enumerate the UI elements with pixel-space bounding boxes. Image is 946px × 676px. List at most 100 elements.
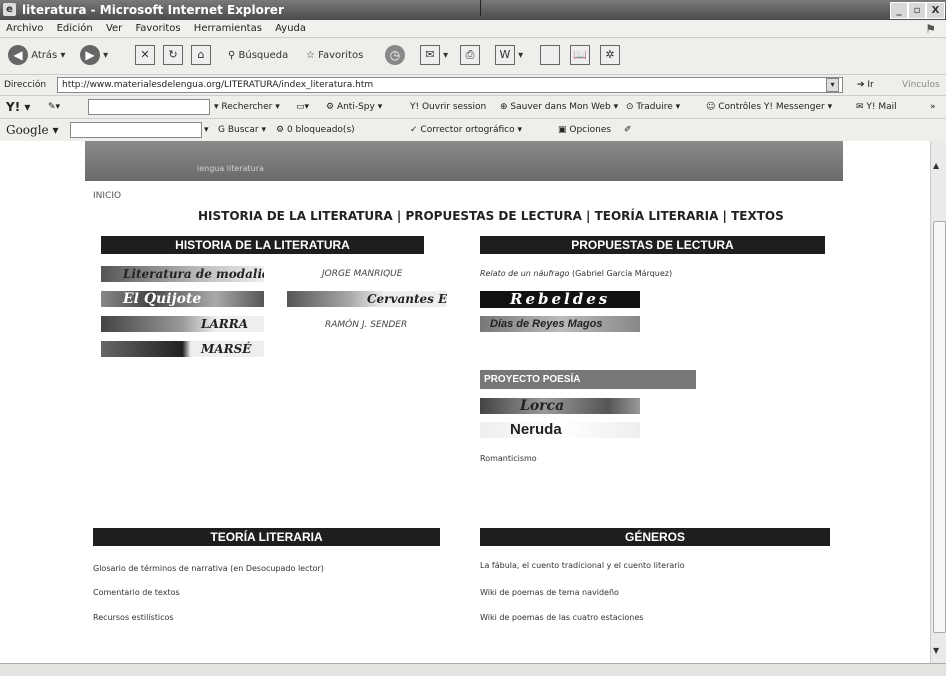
research-button[interactable]: 📖 [570,44,590,68]
wiki-navideno-link[interactable]: Wiki de poemas de tema navideño [480,588,619,597]
address-input[interactable]: http://www.materialesdelengua.org/LITERA… [57,77,843,93]
search-icon: ⚲ [228,50,236,61]
jorge-manrique-link[interactable]: JORGE MANRIQUE [322,269,402,279]
search-button[interactable]: ⚲ Búsqueda [228,44,288,68]
go-button[interactable]: ➔ Ir [857,75,874,95]
inicio-link[interactable]: INICIO [93,191,121,201]
mail-button[interactable]: ✉ ▾ [420,44,448,68]
edit-icon: W [495,45,515,65]
standard-toolbar: ◀ Atrás ▾ ▶ ▾ ✕ ↻ ⌂ ⚲ Búsqueda ☆ Favorit… [0,37,946,74]
glosario-link[interactable]: Glosario de términos de narrativa (en De… [93,564,324,573]
minimize-button[interactable]: _ [890,2,908,19]
scroll-down-icon[interactable]: ▼ [933,646,939,655]
favorites-label: Favoritos [318,50,364,61]
recursos-estilisticos-link[interactable]: Recursos estilísticos [93,613,174,622]
google-options-button[interactable]: ▣ Opciones [558,119,611,141]
romanticismo-link[interactable]: Romanticismo [480,454,537,463]
menu-ayuda[interactable]: Ayuda [275,23,306,34]
rebeldes-text: Rebeldes [510,291,611,308]
save-web-button[interactable]: ⊕ Sauver dans Mon Web ▾ [500,96,618,118]
wiki-estaciones-link[interactable]: Wiki de poemas de las cuatro estaciones [480,613,643,622]
translate-button[interactable]: ⊙ Traduire ▾ [626,96,680,118]
site-banner: lengua literatura [85,141,843,181]
open-session-button[interactable]: Y! Ouvrir session [410,96,486,118]
google-dropdown-icon[interactable]: ▾ [204,119,209,141]
address-label: Dirección [4,80,47,90]
history-icon: ◷ [385,45,405,65]
rebeldes-banner[interactable]: Rebeldes [480,291,640,308]
google-search-label: Buscar [227,125,259,135]
marse-banner[interactable]: MARSÉ [101,341,264,357]
antispy-button[interactable]: ⚙ Anti-Spy ▾ [326,96,382,118]
yahoo-search-input[interactable] [88,99,210,115]
main-nav[interactable]: HISTORIA DE LA LITERATURA | PROPUESTAS D… [198,209,784,223]
print-button[interactable]: ⎙ [460,44,480,68]
literatura-modalidad-banner[interactable]: Literatura de modalidad [101,266,264,282]
google-logo-text: Google [6,123,49,137]
neruda-banner[interactable]: Neruda [480,422,640,438]
relato-author: (Gabriel García Márquez) [571,269,673,278]
google-search-input[interactable] [70,122,202,138]
page-viewport: lengua literatura INICIO HISTORIA DE LA … [0,141,930,663]
edit-button[interactable]: W ▾ [495,44,523,68]
quijote-banner[interactable]: El Quijote [101,291,264,307]
lorca-banner[interactable]: Lorca [480,398,640,414]
stop-icon: ✕ [135,45,155,65]
back-button[interactable]: ◀ Atrás ▾ [8,44,65,68]
ramon-sender-link[interactable]: RAMÓN J. SENDER [325,320,407,330]
refresh-button[interactable]: ↻ [163,44,183,68]
highlighter-icon[interactable]: ✐ [624,119,632,141]
stop-button[interactable]: ✕ [135,44,155,68]
relato-naufrago-link[interactable]: Relato de un náufrago (Gabriel García Má… [480,269,672,278]
google-logo[interactable]: Google ▾ [6,119,59,141]
menu-herramientas[interactable]: Herramientas [194,23,262,34]
yahoo-logo-icon[interactable]: Y! ▾ [6,96,30,118]
discuss-icon [540,45,560,65]
menu-favoritos[interactable]: Favoritos [135,23,180,34]
menu-archivo[interactable]: Archivo [6,23,43,34]
messenger-button[interactable]: ✲ [600,44,620,68]
chevron-right-icon[interactable]: » [930,96,936,118]
favorites-button[interactable]: ☆ Favoritos [306,44,363,68]
popup-blocked-button[interactable]: ⚙ 0 bloqueado(s) [276,119,355,141]
yahoo-window-icon[interactable]: ▭▾ [296,96,309,118]
save-web-label: Sauver dans Mon Web [510,102,611,112]
yahoo-mail-button[interactable]: ✉ Y! Mail [856,96,897,118]
dias-reyes-text: Días de Reyes Magos [490,318,603,330]
google-toolbar: Google ▾ ▾ G Buscar ▾ ⚙ 0 bloqueado(s) ✓… [0,118,946,142]
messenger-controls-button[interactable]: ☺ Contrôles Y! Messenger ▾ [706,96,832,118]
vertical-scrollbar[interactable]: ▲ ▼ [930,141,946,663]
proyecto-poesia-header[interactable]: PROYECTO POESÍA [480,370,696,389]
address-dropdown-icon[interactable]: ▾ [826,78,839,92]
forward-button[interactable]: ▶ ▾ [80,44,108,68]
google-search-button[interactable]: G Buscar ▾ [218,119,266,141]
scroll-up-icon[interactable]: ▲ [933,161,939,170]
popup-blocked-label: 0 bloqueado(s) [286,125,355,135]
scroll-thumb[interactable] [933,221,946,633]
status-bar [0,663,946,676]
comentario-textos-link[interactable]: Comentario de textos [93,588,180,597]
menu-edicion[interactable]: Edición [57,23,93,34]
links-button[interactable]: Vínculos [902,75,940,95]
larra-banner[interactable]: LARRA [101,316,264,332]
spellcheck-button[interactable]: ✓ Corrector ortográfico ▾ [410,119,522,141]
quijote-text: El Quijote [123,291,202,307]
home-button[interactable]: ⌂ [191,44,211,68]
forward-arrow-icon: ▶ [80,45,100,65]
yahoo-search-button[interactable]: ▾ Rechercher ▾ [214,96,280,118]
cervantes-eso-banner[interactable]: Cervantes ESO [287,291,447,307]
discuss-button[interactable] [540,44,560,68]
back-label: Atrás [31,50,58,61]
refresh-icon: ↻ [163,45,183,65]
history-button[interactable]: ◷ [385,44,405,68]
fabula-link[interactable]: La fábula, el cuento tradicional y el cu… [480,561,685,570]
translate-label: Traduire [636,102,673,112]
yahoo-mail-label: Y! Mail [866,102,897,112]
dias-reyes-magos-banner[interactable]: Días de Reyes Magos [480,316,640,332]
maximize-button[interactable]: ▫ [908,2,926,19]
close-button[interactable]: X [926,2,945,19]
pencil-icon[interactable]: ✎▾ [48,96,60,118]
menu-ver[interactable]: Ver [106,23,122,34]
star-icon: ☆ [306,50,315,61]
messenger-label: Contrôles Y! Messenger [718,102,825,112]
